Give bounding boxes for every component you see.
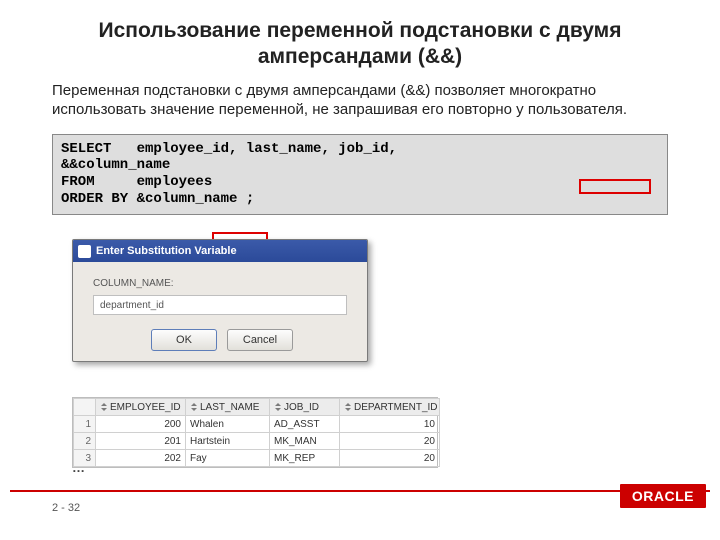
table-row: 1 200 Whalen AD_ASST 10 (74, 416, 440, 433)
col-department-id[interactable]: DEPARTMENT_ID (340, 399, 440, 416)
table-row: 2 201 Hartstein MK_MAN 20 (74, 433, 440, 450)
oracle-logo: ORACLE (620, 484, 706, 508)
dialog-cancel-button[interactable]: Cancel (227, 329, 293, 351)
col-employee-id[interactable]: EMPLOYEE_ID (96, 399, 186, 416)
col-last-name[interactable]: LAST_NAME (186, 399, 270, 416)
dialog-field-label: COLUMN_NAME: (93, 278, 351, 289)
dialog-ok-button[interactable]: OK (151, 329, 217, 351)
substitution-dialog: Enter Substitution Variable COLUMN_NAME:… (72, 239, 368, 362)
sort-icon (274, 403, 282, 411)
slide-title: Использование переменной подстановки с д… (0, 0, 720, 81)
dialog-field-input[interactable]: department_id (93, 295, 347, 315)
page-number: 2 - 32 (52, 502, 80, 514)
sql-code-block: SELECT employee_id, last_name, job_id, &… (52, 134, 668, 215)
results-header-row: EMPLOYEE_ID LAST_NAME JOB_ID DEPARTMENT_… (74, 399, 440, 416)
sort-icon (344, 403, 352, 411)
col-job-id[interactable]: JOB_ID (270, 399, 340, 416)
footer-divider (10, 490, 710, 492)
sort-icon (190, 403, 198, 411)
brand-area: ORACLE (620, 484, 706, 508)
highlight-box-1 (579, 179, 651, 194)
slide-footer: 2 - 32 ORACLE (0, 490, 720, 522)
sort-icon (100, 403, 108, 411)
table-row: 3 202 Fay MK_REP 20 (74, 450, 440, 467)
ellipsis-indicator: … (72, 460, 85, 475)
results-grid: EMPLOYEE_ID LAST_NAME JOB_ID DEPARTMENT_… (72, 397, 438, 468)
dialog-titlebar: Enter Substitution Variable (73, 240, 367, 262)
dialog-title-text: Enter Substitution Variable (96, 245, 237, 257)
dialog-title-icon (78, 245, 91, 258)
slide-description: Переменная подстановки с двумя амперсанд… (0, 81, 720, 130)
row-number-header (74, 399, 96, 416)
